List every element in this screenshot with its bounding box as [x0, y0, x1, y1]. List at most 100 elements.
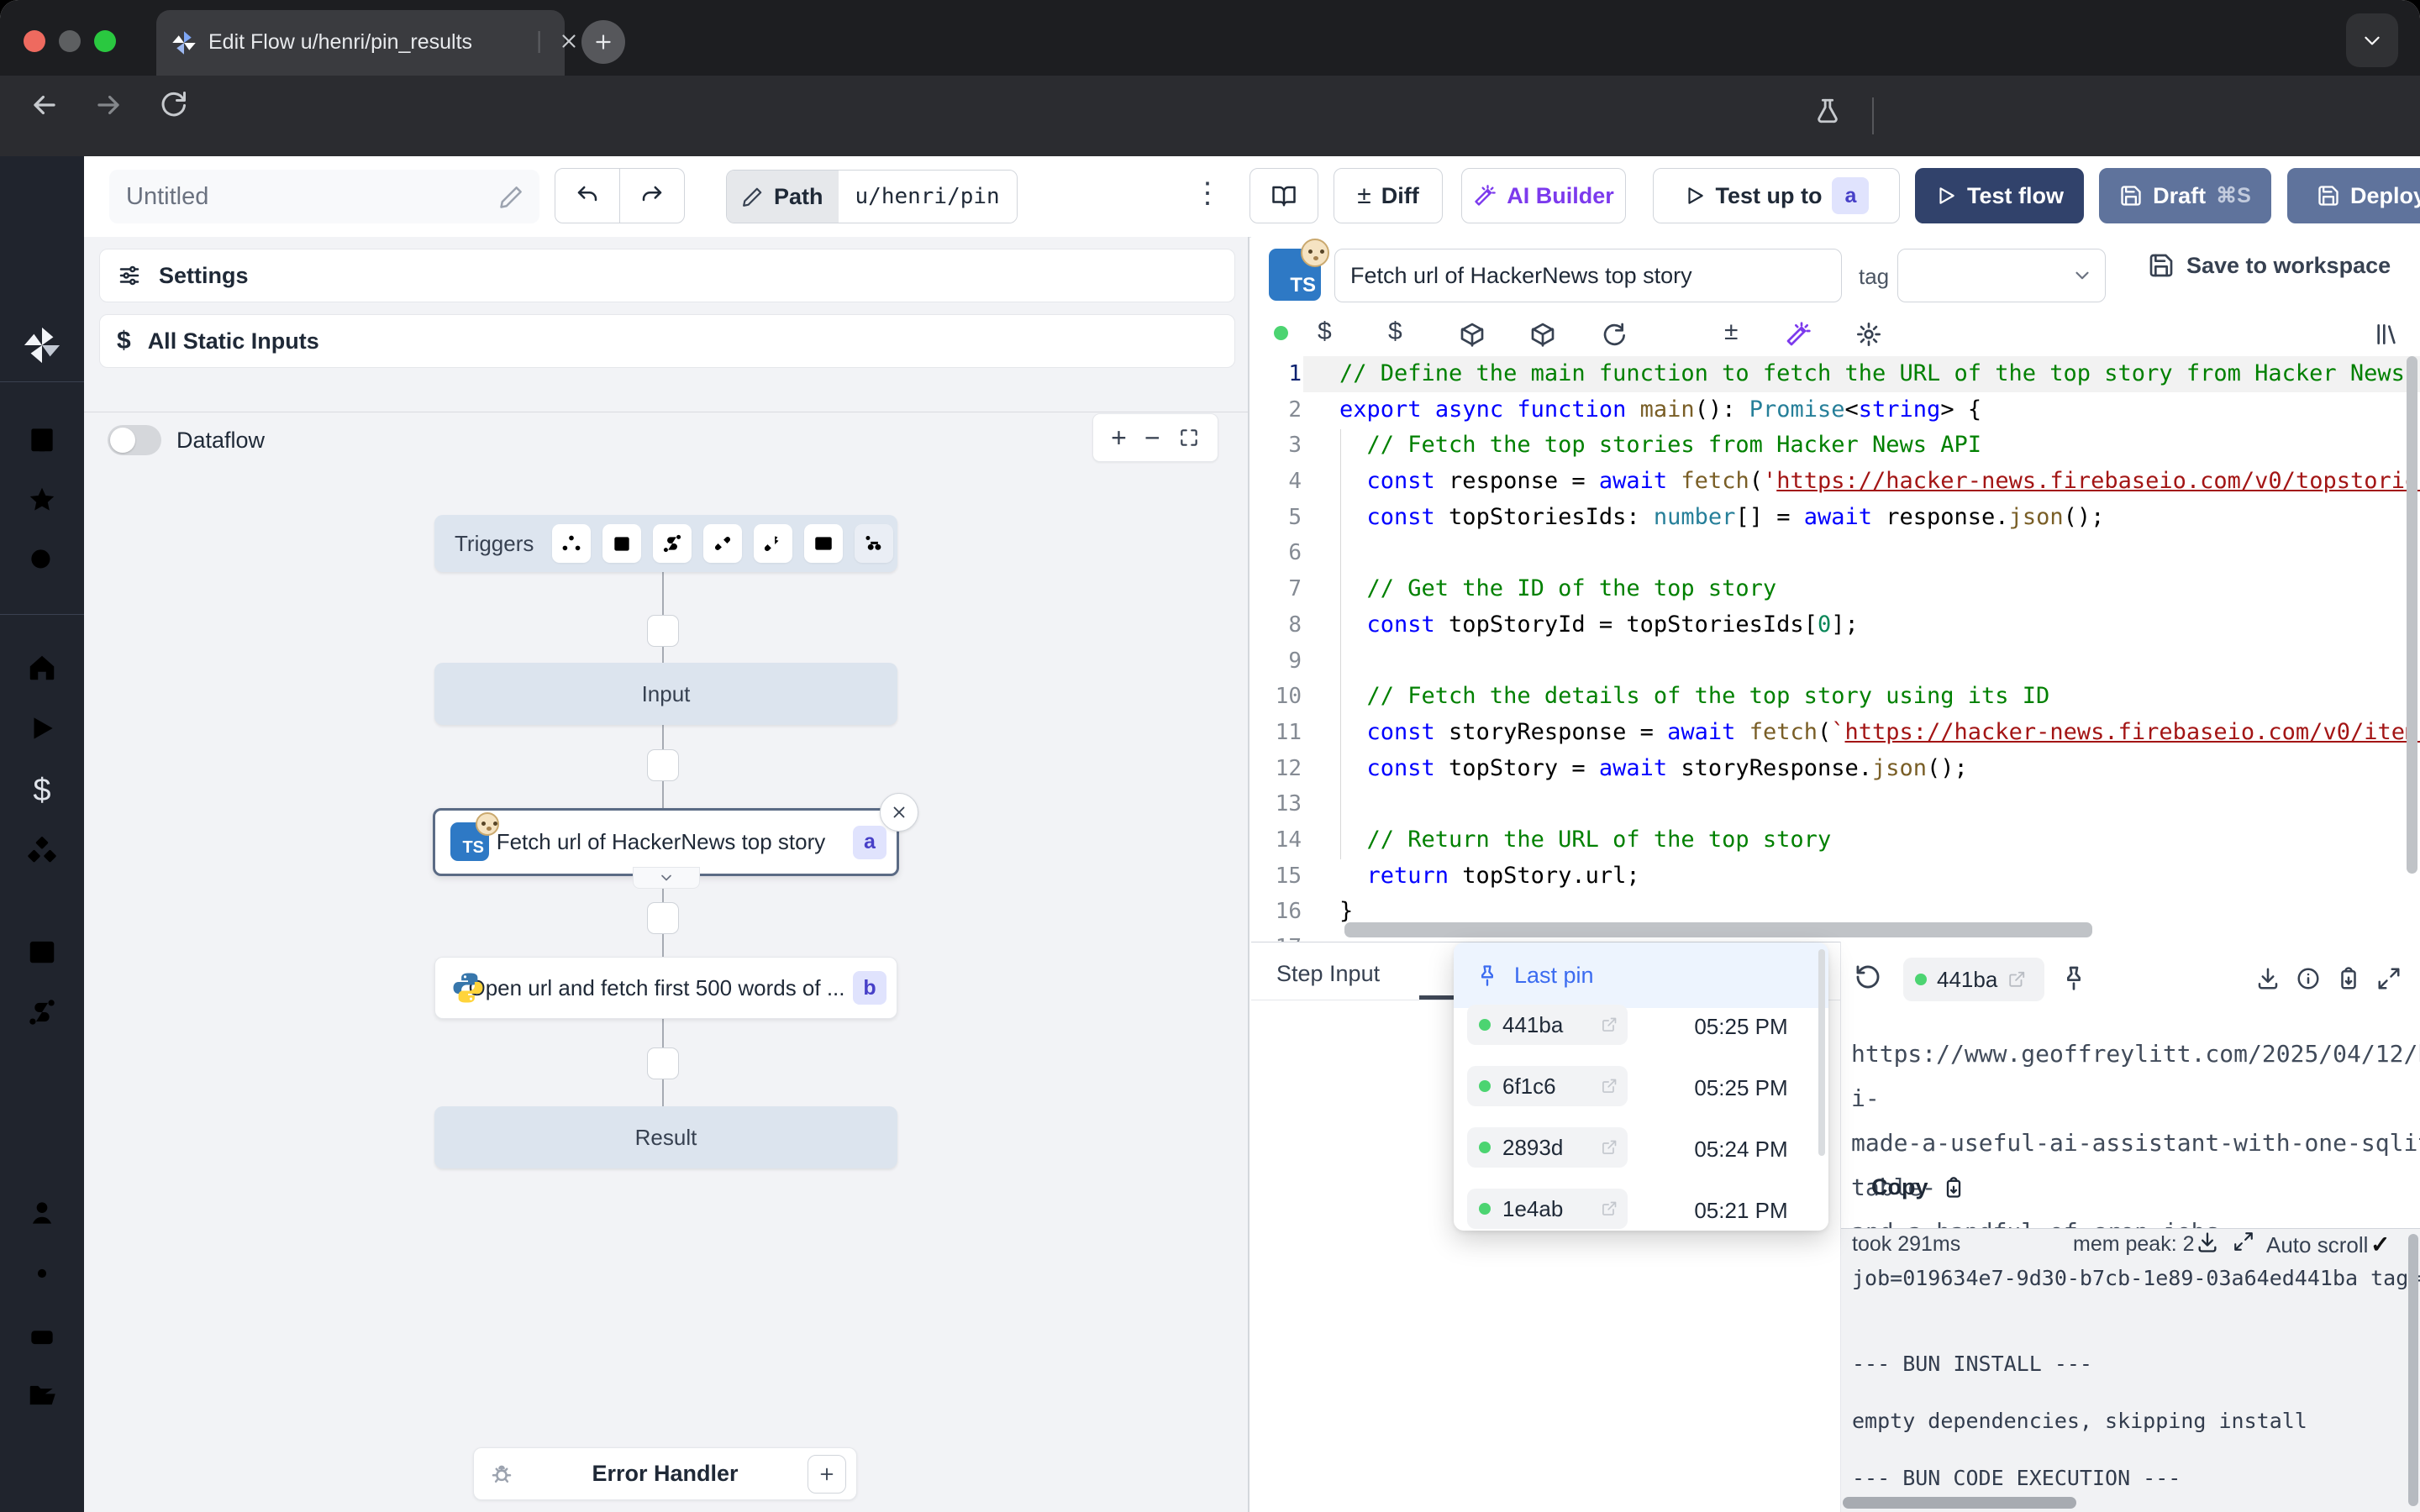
last-pin-option[interactable]: Last pin [1454, 942, 1828, 1008]
zoom-out-icon[interactable]: − [1144, 423, 1160, 454]
expand-logs-icon[interactable] [2233, 1231, 2254, 1252]
download-logs-icon[interactable] [2196, 1231, 2219, 1254]
draft-button[interactable]: Draft ⌘S [2099, 168, 2271, 223]
result-pin-chip[interactable]: 441ba [1903, 958, 2044, 1001]
refresh-icon[interactable] [1600, 321, 1627, 348]
external-link-icon[interactable] [1601, 1139, 1618, 1156]
folders-icon[interactable] [0, 1379, 84, 1411]
extension-icon[interactable] [1813, 97, 1842, 125]
http-route-icon[interactable] [653, 524, 692, 563]
flow-settings-button[interactable]: Settings [99, 249, 1235, 302]
info-icon[interactable] [2296, 966, 2321, 991]
package-icon[interactable] [1529, 321, 1556, 348]
diff-pm-icon[interactable]: ± [1724, 318, 1738, 346]
library-icon[interactable] [2373, 321, 2400, 348]
step-b-node[interactable]: Open url and fetch first 500 words of ..… [434, 957, 897, 1019]
variables-icon[interactable]: $ [0, 773, 84, 809]
email-icon[interactable] [804, 524, 843, 563]
save-to-workspace-button[interactable]: Save to workspace [2148, 252, 2391, 279]
add-icon[interactable] [0, 1057, 84, 1089]
diff-button[interactable]: ± Diff [1334, 168, 1443, 223]
ai-wand-icon[interactable] [1785, 321, 1812, 348]
ai-robot-icon[interactable] [0, 1319, 84, 1351]
favorites-star-icon[interactable] [0, 484, 84, 516]
external-link-icon[interactable] [1601, 1078, 1618, 1095]
external-link-icon[interactable] [1601, 1200, 1618, 1217]
result-node[interactable]: Result [434, 1106, 897, 1168]
dataflow-toggle[interactable] [108, 425, 161, 455]
forward-icon[interactable] [92, 89, 124, 121]
tag-select[interactable] [1897, 249, 2106, 302]
search-icon[interactable] [0, 544, 84, 576]
external-link-icon[interactable] [2007, 970, 2026, 989]
test-up-to-button[interactable]: Test up to a [1653, 168, 1900, 223]
pin-icon[interactable] [2060, 964, 2087, 991]
add-step-button[interactable] [647, 1047, 679, 1079]
add-step-button[interactable] [647, 615, 679, 647]
log-vscrollbar[interactable] [2408, 1234, 2418, 1506]
download-result-icon[interactable] [2255, 966, 2281, 991]
log-hscrollbar[interactable] [1843, 1497, 2076, 1509]
routes-icon[interactable] [0, 996, 84, 1028]
zoom-window-button[interactable] [94, 30, 116, 52]
fit-view-icon[interactable] [1178, 427, 1200, 449]
add-error-handler-icon[interactable] [808, 1455, 846, 1494]
step-a-node[interactable]: TS Fetch url of HackerNews top story a [433, 808, 899, 876]
path-button[interactable]: Path u/henri/pin [726, 170, 1018, 223]
code-editor[interactable]: 1234567891011121314151617 // Define the … [1251, 353, 2420, 942]
home-icon[interactable] [0, 652, 84, 684]
tab-step-input[interactable]: Step Input [1276, 961, 1380, 987]
close-window-button[interactable] [24, 30, 45, 52]
audit-logs-icon[interactable] [0, 1439, 84, 1471]
flow-name-box[interactable]: Untitled [109, 170, 539, 223]
triggers-node[interactable]: Triggers [434, 515, 897, 572]
external-link-icon[interactable] [1601, 1016, 1618, 1033]
back-icon[interactable] [29, 89, 60, 121]
resources-dollar-icon[interactable]: $ [1388, 318, 1402, 346]
collapse-step-chevron-icon[interactable] [633, 867, 700, 889]
pin-item[interactable]: 6f1c6 [1467, 1066, 1628, 1106]
windmill-logo[interactable] [0, 326, 84, 365]
ai-builder-button[interactable]: AI Builder [1461, 168, 1626, 223]
copy-result-icon[interactable] [2336, 966, 2361, 991]
webhook-icon[interactable] [552, 524, 591, 563]
edit-name-pencil-icon[interactable] [499, 184, 524, 209]
minimize-window-button[interactable] [59, 30, 81, 52]
pin-item[interactable]: 441ba [1467, 1005, 1628, 1045]
new-tab-button[interactable] [581, 20, 625, 64]
pin-item[interactable]: 2893d [1467, 1127, 1628, 1168]
tab-close-icon[interactable] [558, 30, 580, 52]
more-options-kebab-icon[interactable]: ⋮ [1193, 176, 1222, 210]
all-static-inputs-button[interactable]: $ All Static Inputs [99, 314, 1235, 368]
reload-icon[interactable] [158, 89, 188, 119]
schedules-icon[interactable] [0, 935, 84, 967]
add-step-button[interactable] [647, 749, 679, 781]
expand-result-icon[interactable] [2376, 966, 2402, 991]
editor-settings-gear-icon[interactable] [1855, 321, 1882, 348]
workspace-icon[interactable] [0, 423, 84, 455]
scheduled-poll-icon[interactable] [855, 524, 893, 563]
undo-button[interactable] [555, 168, 620, 223]
deploy-button[interactable]: Deploy [2287, 168, 2420, 223]
copy-button[interactable]: Copy [1871, 1174, 1965, 1200]
docs-book-button[interactable] [1249, 168, 1318, 223]
editor-vscrollbar[interactable] [2407, 356, 2417, 874]
error-handler-node[interactable]: Error Handler [473, 1447, 857, 1500]
history-icon[interactable] [1854, 963, 1882, 991]
variables-dollar-icon[interactable]: $ [1318, 318, 1332, 346]
dropdown-scrollbar[interactable] [1818, 949, 1825, 1156]
package-icon[interactable] [1459, 321, 1486, 348]
user-icon[interactable] [0, 1197, 84, 1229]
step-name-input[interactable]: Fetch url of HackerNews top story [1334, 249, 1842, 302]
autoscroll-label[interactable]: Auto scroll [2266, 1232, 2368, 1258]
zoom-in-icon[interactable]: + [1111, 423, 1127, 454]
remove-step-icon[interactable] [880, 793, 918, 832]
browser-tab[interactable]: Edit Flow u/henri/pin_results | [156, 10, 565, 76]
editor-hscrollbar[interactable] [1344, 922, 2092, 937]
kafka-icon[interactable] [754, 524, 792, 563]
settings-gear-icon[interactable] [0, 1257, 84, 1289]
add-step-button[interactable] [647, 902, 679, 934]
pin-item[interactable]: 1e4ab [1467, 1189, 1628, 1229]
runs-icon[interactable] [0, 712, 84, 744]
schedule-icon[interactable] [602, 524, 641, 563]
